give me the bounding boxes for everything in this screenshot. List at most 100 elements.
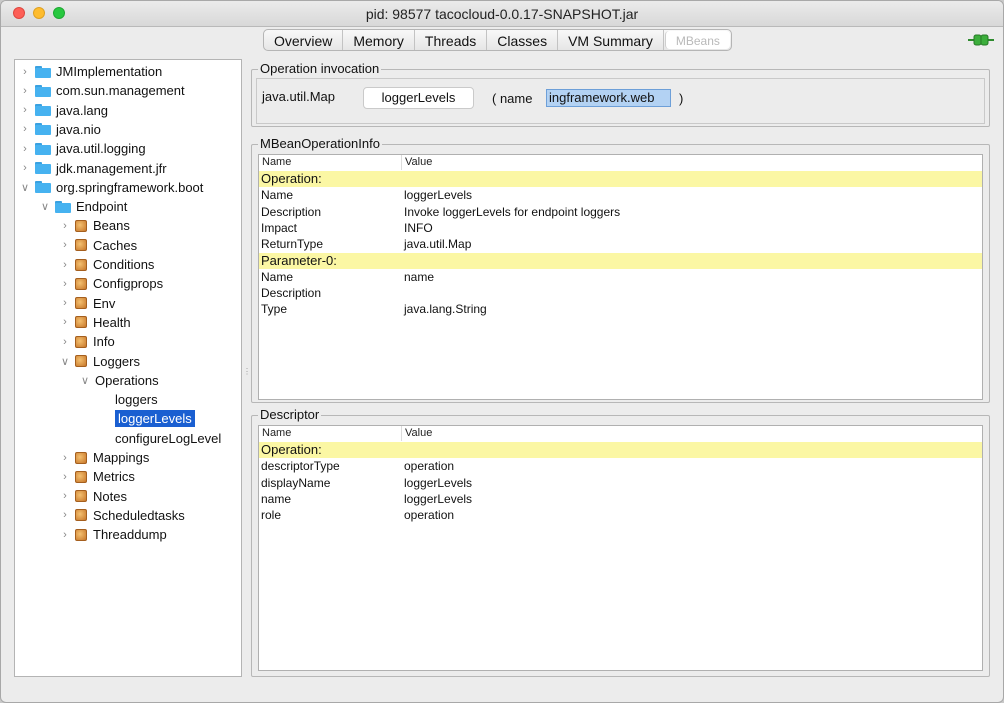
chevron-right-icon[interactable]: › <box>59 471 71 483</box>
tree-node-health[interactable]: › Health <box>59 313 130 332</box>
invoke-loggerlevels-button[interactable]: loggerLevels <box>363 87 474 109</box>
tree-node-conditions[interactable]: › Conditions <box>59 255 154 274</box>
mbean-icon <box>75 451 87 464</box>
table-row[interactable]: Type java.lang.String <box>259 301 982 317</box>
column-header-name[interactable]: Name <box>262 156 291 168</box>
tree-node-label: JMImplementation <box>56 64 163 79</box>
chevron-right-icon[interactable]: › <box>19 123 31 135</box>
table-row[interactable]: Name name <box>259 269 982 285</box>
operation-info-table[interactable]: Name Value Operation: Name loggerLevels Descr… <box>258 154 983 400</box>
chevron-down-icon[interactable]: ∨ <box>39 200 51 213</box>
tab-vm-summary[interactable]: VM Summary <box>558 30 664 50</box>
tree-node-notes[interactable]: › Notes <box>59 487 127 506</box>
table-row[interactable]: name loggerLevels <box>259 491 982 507</box>
folder-icon <box>55 200 71 213</box>
tree-node-java-util-logging[interactable]: › java.util.logging <box>19 139 145 158</box>
tab-memory[interactable]: Memory <box>343 30 415 50</box>
column-divider[interactable] <box>401 426 402 441</box>
tree-node-com-sun-management[interactable]: › com.sun.management <box>19 81 184 100</box>
table-row[interactable]: displayName loggerLevels <box>259 475 982 491</box>
cell-name: Type <box>261 302 288 317</box>
param-name-input[interactable]: ingframework.web <box>546 89 671 107</box>
table-row[interactable]: role operation <box>259 507 982 523</box>
tree-node-mappings[interactable]: › Mappings <box>59 448 149 467</box>
table-row[interactable]: Impact INFO <box>259 220 982 236</box>
table-section-row[interactable]: Operation: <box>259 171 982 187</box>
cell-value: loggerLevels <box>404 188 473 203</box>
tab-mbeans[interactable]: MBeans <box>664 31 730 49</box>
mbean-tree[interactable]: › JMImplementation › com.sun.management › jav… <box>14 59 242 677</box>
descriptor-table[interactable]: Name Value Operation: descriptorType operati… <box>258 425 983 671</box>
table-row[interactable]: Description <box>259 285 982 301</box>
table-row[interactable]: Description Invoke loggerLevels for endpo… <box>259 204 982 220</box>
chevron-down-icon[interactable]: ∨ <box>59 355 71 368</box>
invocation-row: java.util.Map loggerLevels ( name ingfra… <box>256 78 985 124</box>
tree-node-endpoint[interactable]: ∨ Endpoint <box>39 197 127 216</box>
chevron-right-icon[interactable]: › <box>59 220 71 232</box>
column-divider[interactable] <box>401 155 402 170</box>
tree-node-operations[interactable]: ∨ Operations <box>79 371 159 390</box>
column-header-value[interactable]: Value <box>405 156 432 168</box>
main-tab-bar: Overview Memory Threads Classes VM Summa… <box>263 29 732 51</box>
chevron-right-icon[interactable]: › <box>59 490 71 502</box>
chevron-right-icon[interactable]: › <box>19 143 31 155</box>
mbean-operation-info-panel: MBeanOperationInfo Name Value Operation: Na… <box>251 136 990 403</box>
folder-icon <box>35 65 51 78</box>
chevron-right-icon[interactable]: › <box>59 336 71 348</box>
tree-node-info[interactable]: › Info <box>59 332 115 351</box>
tree-node-jmimplementation[interactable]: › JMImplementation <box>19 62 162 81</box>
table-row[interactable]: descriptorType operation <box>259 458 982 474</box>
tree-node-java-lang[interactable]: › java.lang <box>19 101 108 120</box>
tree-node-metrics[interactable]: › Metrics <box>59 467 135 486</box>
chevron-right-icon[interactable]: › <box>59 239 71 251</box>
chevron-right-icon[interactable]: › <box>19 66 31 78</box>
tree-node-label: Metrics <box>93 469 135 485</box>
tree-node-caches[interactable]: › Caches <box>59 236 137 255</box>
tree-node-label: Configprops <box>93 276 164 292</box>
chevron-right-icon[interactable]: › <box>59 278 71 290</box>
connection-plug-icon[interactable] <box>968 33 994 47</box>
table-section-row[interactable]: Operation: <box>259 442 982 458</box>
tree-node-operation-loggerlevels[interactable]: loggerLevels <box>99 409 195 428</box>
tree-node-loggers[interactable]: ∨ Loggers <box>59 352 140 371</box>
tree-node-org-springframework-boot[interactable]: ∨ org.springframework.boot <box>19 178 203 197</box>
mbean-icon <box>75 355 87 367</box>
chevron-down-icon[interactable]: ∨ <box>79 374 91 387</box>
tree-node-scheduledtasks[interactable]: › Scheduledtasks <box>59 506 185 525</box>
tree-node-java-nio[interactable]: › java.nio <box>19 120 101 139</box>
tree-node-configprops[interactable]: › Configprops <box>59 274 163 293</box>
folder-icon <box>35 104 51 117</box>
tab-classes[interactable]: Classes <box>487 30 559 50</box>
tree-node-operation-loggers[interactable]: loggers <box>99 390 158 409</box>
tab-overview[interactable]: Overview <box>264 30 344 50</box>
chevron-right-icon[interactable]: › <box>59 529 71 541</box>
tree-node-env[interactable]: › Env <box>59 294 115 313</box>
cell-name: name <box>261 491 292 506</box>
table-row[interactable]: ReturnType java.util.Map <box>259 236 982 252</box>
mbean-operation-info-title: MBeanOperationInfo <box>258 136 382 151</box>
cell-name: Name <box>261 269 294 284</box>
tree-node-threaddump[interactable]: › Threaddump <box>59 525 167 544</box>
table-section-row[interactable]: Parameter-0: <box>259 252 982 269</box>
chevron-right-icon[interactable]: › <box>19 162 31 174</box>
tree-node-beans[interactable]: › Beans <box>59 216 130 235</box>
table-row[interactable]: Name loggerLevels <box>259 187 982 203</box>
chevron-right-icon[interactable]: › <box>19 85 31 97</box>
chevron-right-icon[interactable]: › <box>59 316 71 328</box>
column-header-name[interactable]: Name <box>262 427 291 439</box>
tab-threads[interactable]: Threads <box>415 30 488 50</box>
cell-name: Operation: <box>261 171 322 186</box>
tree-node-operation-configureloglevel[interactable]: configureLogLevel <box>99 429 221 448</box>
chevron-right-icon[interactable]: › <box>59 259 71 271</box>
chevron-right-icon[interactable]: › <box>59 452 71 464</box>
tree-node-jdk-management-jfr[interactable]: › jdk.management.jfr <box>19 159 166 178</box>
param-open-label: ( name <box>492 91 533 106</box>
chevron-right-icon[interactable]: › <box>59 297 71 309</box>
split-pane-divider[interactable]: ⋮ <box>243 367 251 376</box>
column-header-value[interactable]: Value <box>405 427 432 439</box>
chevron-right-icon[interactable]: › <box>59 509 71 521</box>
chevron-down-icon[interactable]: ∨ <box>19 181 31 194</box>
folder-icon <box>35 162 51 174</box>
mbean-icon <box>75 528 87 541</box>
chevron-right-icon[interactable]: › <box>19 104 31 116</box>
